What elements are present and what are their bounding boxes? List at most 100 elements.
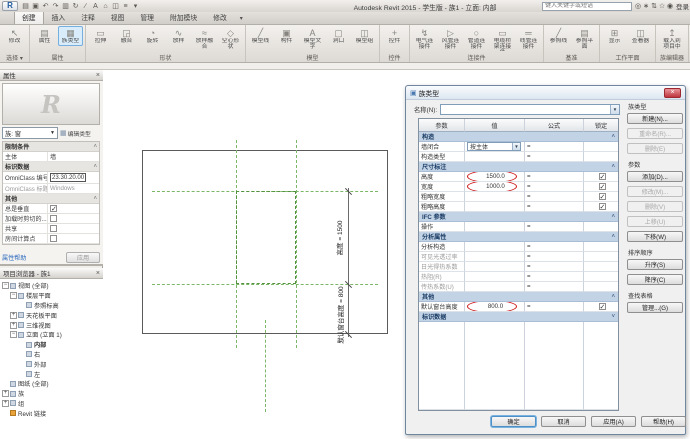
tree-item[interactable]: +天花板平面 [0, 310, 103, 320]
parameter-lock[interactable] [584, 182, 618, 192]
parameter-value[interactable]: 800.0 [465, 302, 525, 312]
property-section-header[interactable]: 其他˄ [3, 194, 99, 204]
properties-help-link[interactable]: 属性帮助 [2, 253, 26, 262]
favorites-icon[interactable]: ☆ [658, 2, 666, 10]
property-value[interactable]: 23.30.20.00 [48, 172, 99, 183]
value-combobox[interactable]: 按主体▼ [467, 142, 521, 151]
tool-融合[interactable]: ◲融合 [114, 26, 139, 46]
parameter-section-分析属性[interactable]: 分析属性˄ [419, 232, 618, 242]
tree-item[interactable]: 参照标高 [0, 301, 103, 311]
tool-线管连接件[interactable]: ═线管连接件 [516, 26, 541, 52]
tool-洞口[interactable]: ▢洞口 [326, 26, 351, 46]
chevron-up-icon[interactable]: ˄ [611, 163, 615, 170]
parameter-formula[interactable]: = [525, 182, 584, 192]
ribbon-group-label[interactable]: 基准 [546, 53, 597, 62]
button-降序(C)[interactable]: 降序(C) [627, 274, 683, 285]
exchange-icon[interactable]: ⇅ [650, 2, 658, 10]
parameter-section-构造[interactable]: 构造˄ [419, 132, 618, 142]
parameter-formula[interactable]: = [525, 242, 584, 252]
expand-icon[interactable]: + [2, 400, 9, 407]
parameter-value[interactable] [465, 202, 525, 212]
tool-修改[interactable]: ↖修改 [2, 26, 27, 46]
tool-管道连接件[interactable]: ○管道连接件 [464, 26, 489, 52]
property-value[interactable] [48, 214, 99, 223]
tool-控件[interactable]: +控件 [382, 26, 407, 46]
parameter-lock[interactable] [584, 252, 618, 262]
button-帮助(H)[interactable]: 帮助(H) [641, 416, 686, 427]
tree-item[interactable]: +族 [0, 389, 103, 399]
parameter-value[interactable] [465, 262, 525, 272]
parameter-value[interactable]: 按主体▼ [465, 142, 525, 152]
property-value[interactable] [48, 204, 99, 213]
lock-checkbox[interactable] [599, 203, 606, 210]
property-value[interactable]: 墙 [48, 152, 99, 161]
parameter-lock[interactable] [584, 142, 618, 152]
tool-旋转[interactable]: ◔旋转 [140, 26, 165, 46]
parameter-formula[interactable]: = [525, 282, 584, 292]
tree-item[interactable]: 右 [0, 350, 103, 360]
ribbon-group-label[interactable]: 模型 [248, 53, 377, 62]
tool-参照平面[interactable]: ▤参照平面 [572, 26, 597, 52]
parameter-formula[interactable]: = [525, 222, 584, 232]
property-value[interactable] [48, 224, 99, 233]
revit-logo-icon[interactable]: R [2, 1, 18, 11]
tool-模型文字[interactable]: A模型文字 [300, 26, 325, 52]
tool-构件[interactable]: ▣构件 [274, 26, 299, 46]
tool-电气连接件[interactable]: ↯电气连接件 [412, 26, 437, 52]
ribbon-group-label[interactable]: 形状 [88, 53, 243, 62]
parameter-formula[interactable]: = [525, 302, 584, 312]
window-opening[interactable] [236, 191, 296, 284]
checkbox[interactable] [50, 215, 57, 222]
parameter-lock[interactable] [584, 172, 618, 182]
parameter-formula[interactable]: = [525, 272, 584, 282]
tool-属性[interactable]: ▤属性 [32, 26, 57, 46]
collapse-icon[interactable]: − [10, 331, 17, 338]
button-升序(S)[interactable]: 升序(S) [627, 259, 683, 270]
tree-item[interactable]: +三维视图 [0, 320, 103, 330]
tree-item[interactable]: 图纸 (全部) [0, 379, 103, 389]
parameter-formula[interactable]: = [525, 172, 584, 182]
home-3d-icon[interactable]: ⌂ [101, 3, 110, 10]
open-icon[interactable]: ▤ [21, 2, 30, 10]
parameter-formula[interactable]: = [525, 262, 584, 272]
tree-item[interactable]: Revit 链接 [0, 408, 103, 418]
tree-item[interactable]: 外部 [0, 359, 103, 369]
parameter-lock[interactable] [584, 302, 618, 312]
property-section-header[interactable]: 限制条件˄ [3, 142, 99, 152]
tool-显示[interactable]: ⊞显示 [602, 26, 627, 46]
tool-电缆桥架连接件[interactable]: ▭电缆桥架连接件 [490, 26, 515, 53]
parameter-value[interactable]: 1500.0 [465, 172, 525, 182]
property-value[interactable] [48, 234, 99, 243]
ribbon-options-icon[interactable]: ▾ [237, 13, 246, 24]
section-icon[interactable]: ◫ [111, 2, 120, 10]
button-管理...(G)[interactable]: 管理...(G) [627, 302, 683, 313]
ribbon-group-label[interactable]: 连接件 [412, 53, 541, 62]
collapse-icon[interactable]: − [2, 282, 9, 289]
parameter-lock[interactable] [584, 222, 618, 232]
type-selector[interactable]: 族: 窗 ▼ [2, 127, 58, 139]
dialog-title-bar[interactable]: ▣ 族类型 × [406, 86, 685, 100]
parameter-value[interactable] [465, 272, 525, 282]
parameter-lock[interactable] [584, 202, 618, 212]
lock-checkbox[interactable] [599, 173, 606, 180]
lock-checkbox[interactable] [599, 303, 606, 310]
chevron-up-icon[interactable]: ˄ [611, 133, 615, 140]
parameter-lock[interactable] [584, 152, 618, 162]
more-icon[interactable]: ▾ [131, 2, 140, 10]
expand-icon[interactable]: + [10, 322, 17, 329]
print-icon[interactable]: ▥ [61, 2, 70, 10]
parameter-formula[interactable]: = [525, 152, 584, 162]
button-确定[interactable]: 确定 [491, 416, 536, 427]
parameter-value[interactable] [465, 242, 525, 252]
property-value[interactable]: Windows [48, 184, 99, 193]
parameter-lock[interactable] [584, 192, 618, 202]
parameter-formula[interactable]: = [525, 192, 584, 202]
parameter-formula[interactable]: = [525, 252, 584, 262]
tool-模型组[interactable]: ◫模型组 [352, 26, 377, 46]
modify-icon[interactable]: ∕ [81, 3, 90, 10]
height-dimension-label[interactable]: 高度 = 1500 [334, 210, 344, 266]
ribbon-group-label[interactable]: 控件 [382, 53, 407, 62]
button-添加(D)...[interactable]: 添加(D)... [627, 171, 683, 182]
tool-拉伸[interactable]: ▭拉伸 [88, 26, 113, 46]
key-icon[interactable]: ∗ [642, 2, 650, 10]
